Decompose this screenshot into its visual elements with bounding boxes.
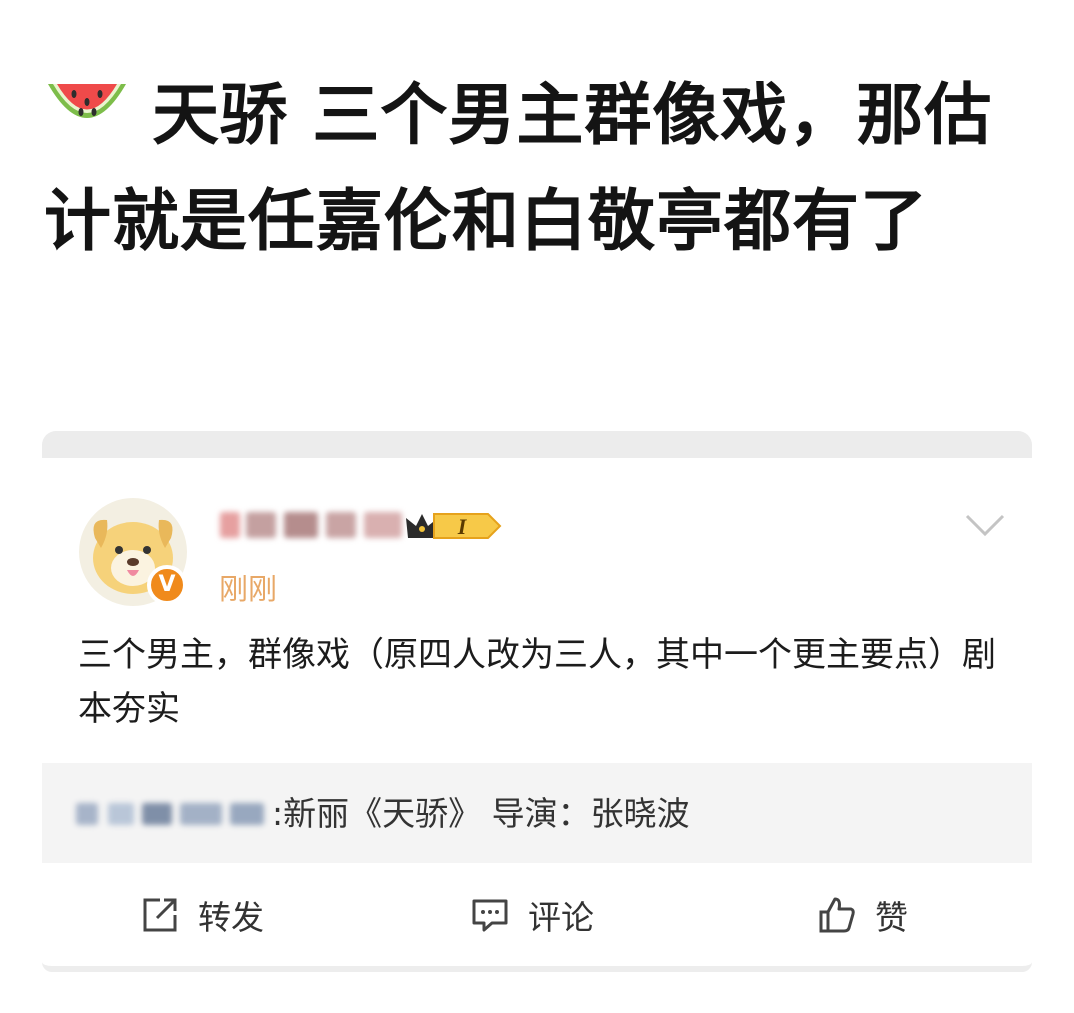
- comment-label: 评论: [528, 898, 594, 937]
- action-bar: 转发 评论 赞: [42, 863, 1032, 966]
- topic-text[interactable]: :新丽《天骄》 导演：张晓波: [272, 791, 690, 837]
- watermelon-icon: [48, 84, 126, 118]
- share-icon: [143, 898, 177, 932]
- weibo-post-card[interactable]: V I 刚刚 三个男主，群像戏（原四人改为三人，其中一个更主要点）剧本夯实 :新…: [42, 458, 1032, 972]
- headline-text: 天骄 三个男主群像戏，那估计就是任嘉伦和白敬亭都有了: [44, 76, 993, 260]
- like-button[interactable]: 赞: [817, 890, 908, 940]
- topic-bar[interactable]: :新丽《天骄》 导演：张晓波: [42, 763, 1032, 863]
- verified-badge: V: [147, 565, 187, 605]
- repost-label: 转发: [198, 898, 264, 937]
- post-body: 三个男主，群像戏（原四人改为三人，其中一个更主要点）剧本夯实: [78, 635, 996, 729]
- comment-icon: [472, 899, 508, 932]
- username-blurred[interactable]: [220, 506, 405, 544]
- thumbs-up-icon: [819, 897, 855, 933]
- comment-button[interactable]: 评论: [470, 890, 594, 940]
- like-label: 赞: [875, 898, 908, 937]
- headline: 天骄 三个男主群像戏，那估计就是任嘉伦和白敬亭都有了: [44, 62, 1034, 274]
- repost-button[interactable]: 转发: [140, 890, 264, 940]
- level-badge-text: I: [457, 514, 468, 539]
- post-timestamp: 刚刚: [219, 572, 278, 606]
- topic-mention-blurred[interactable]: [76, 795, 276, 835]
- level-badge-icon: I: [406, 513, 502, 539]
- chevron-down-icon[interactable]: [964, 512, 1006, 538]
- card-top-divider: [42, 431, 1032, 461]
